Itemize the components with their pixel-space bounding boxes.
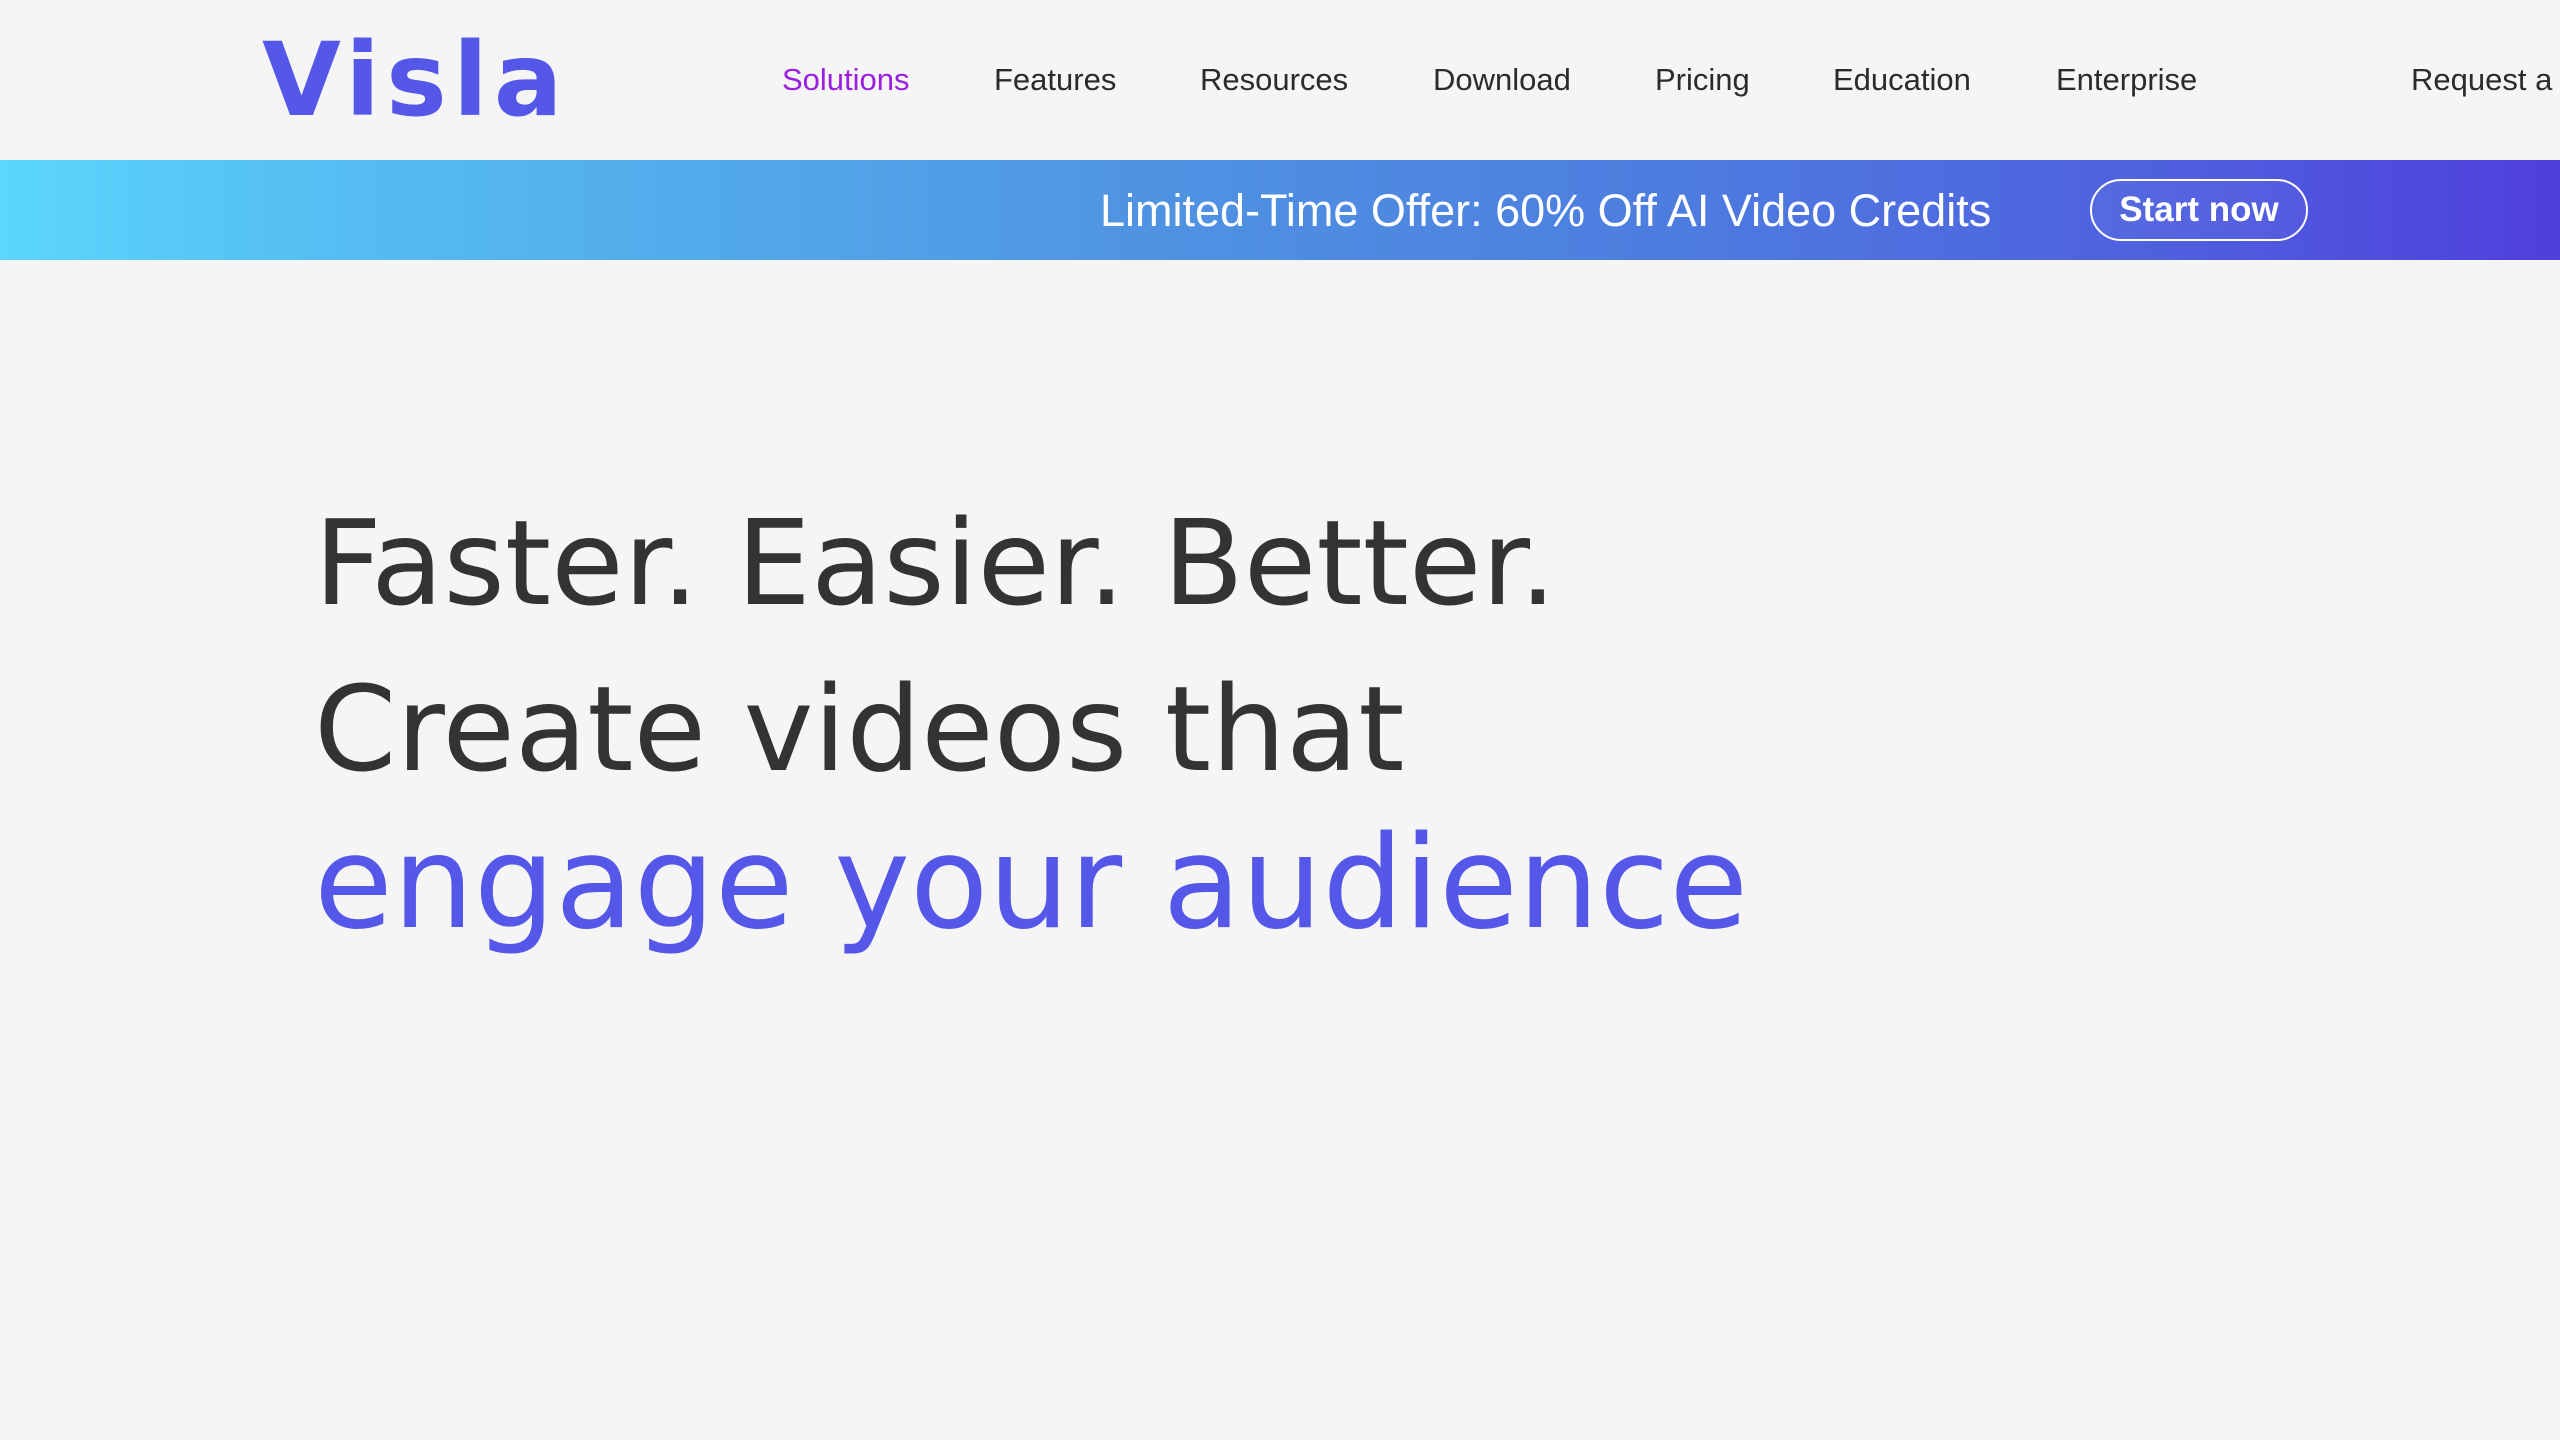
nav-item-request-demo[interactable]: Request a <box>2411 60 2552 100</box>
page: Visla Solutions Features Resources Downl… <box>0 0 2560 1440</box>
nav-item-resources[interactable]: Resources <box>1200 60 1348 100</box>
start-now-button[interactable]: Start now <box>2090 179 2308 241</box>
hero-headline-line-1: Faster. Easier. Better. <box>314 494 1557 632</box>
hero-headline-highlight: engage your audience <box>314 809 1749 958</box>
nav-item-pricing[interactable]: Pricing <box>1655 60 1750 100</box>
promo-banner-text: Limited-Time Offer: 60% Off AI Video Cre… <box>1100 185 1992 236</box>
promo-banner: Limited-Time Offer: 60% Off AI Video Cre… <box>0 160 2560 260</box>
nav-item-download[interactable]: Download <box>1433 60 1571 100</box>
nav-item-education[interactable]: Education <box>1833 60 1971 100</box>
nav-item-solutions[interactable]: Solutions <box>782 60 910 100</box>
site-header: Visla Solutions Features Resources Downl… <box>0 0 2560 160</box>
nav-item-features[interactable]: Features <box>994 60 1116 100</box>
main-nav: Solutions Features Resources Download Pr… <box>0 0 2560 160</box>
nav-item-enterprise[interactable]: Enterprise <box>2056 60 2197 100</box>
hero-headline-line-2: Create videos that <box>314 660 1405 798</box>
